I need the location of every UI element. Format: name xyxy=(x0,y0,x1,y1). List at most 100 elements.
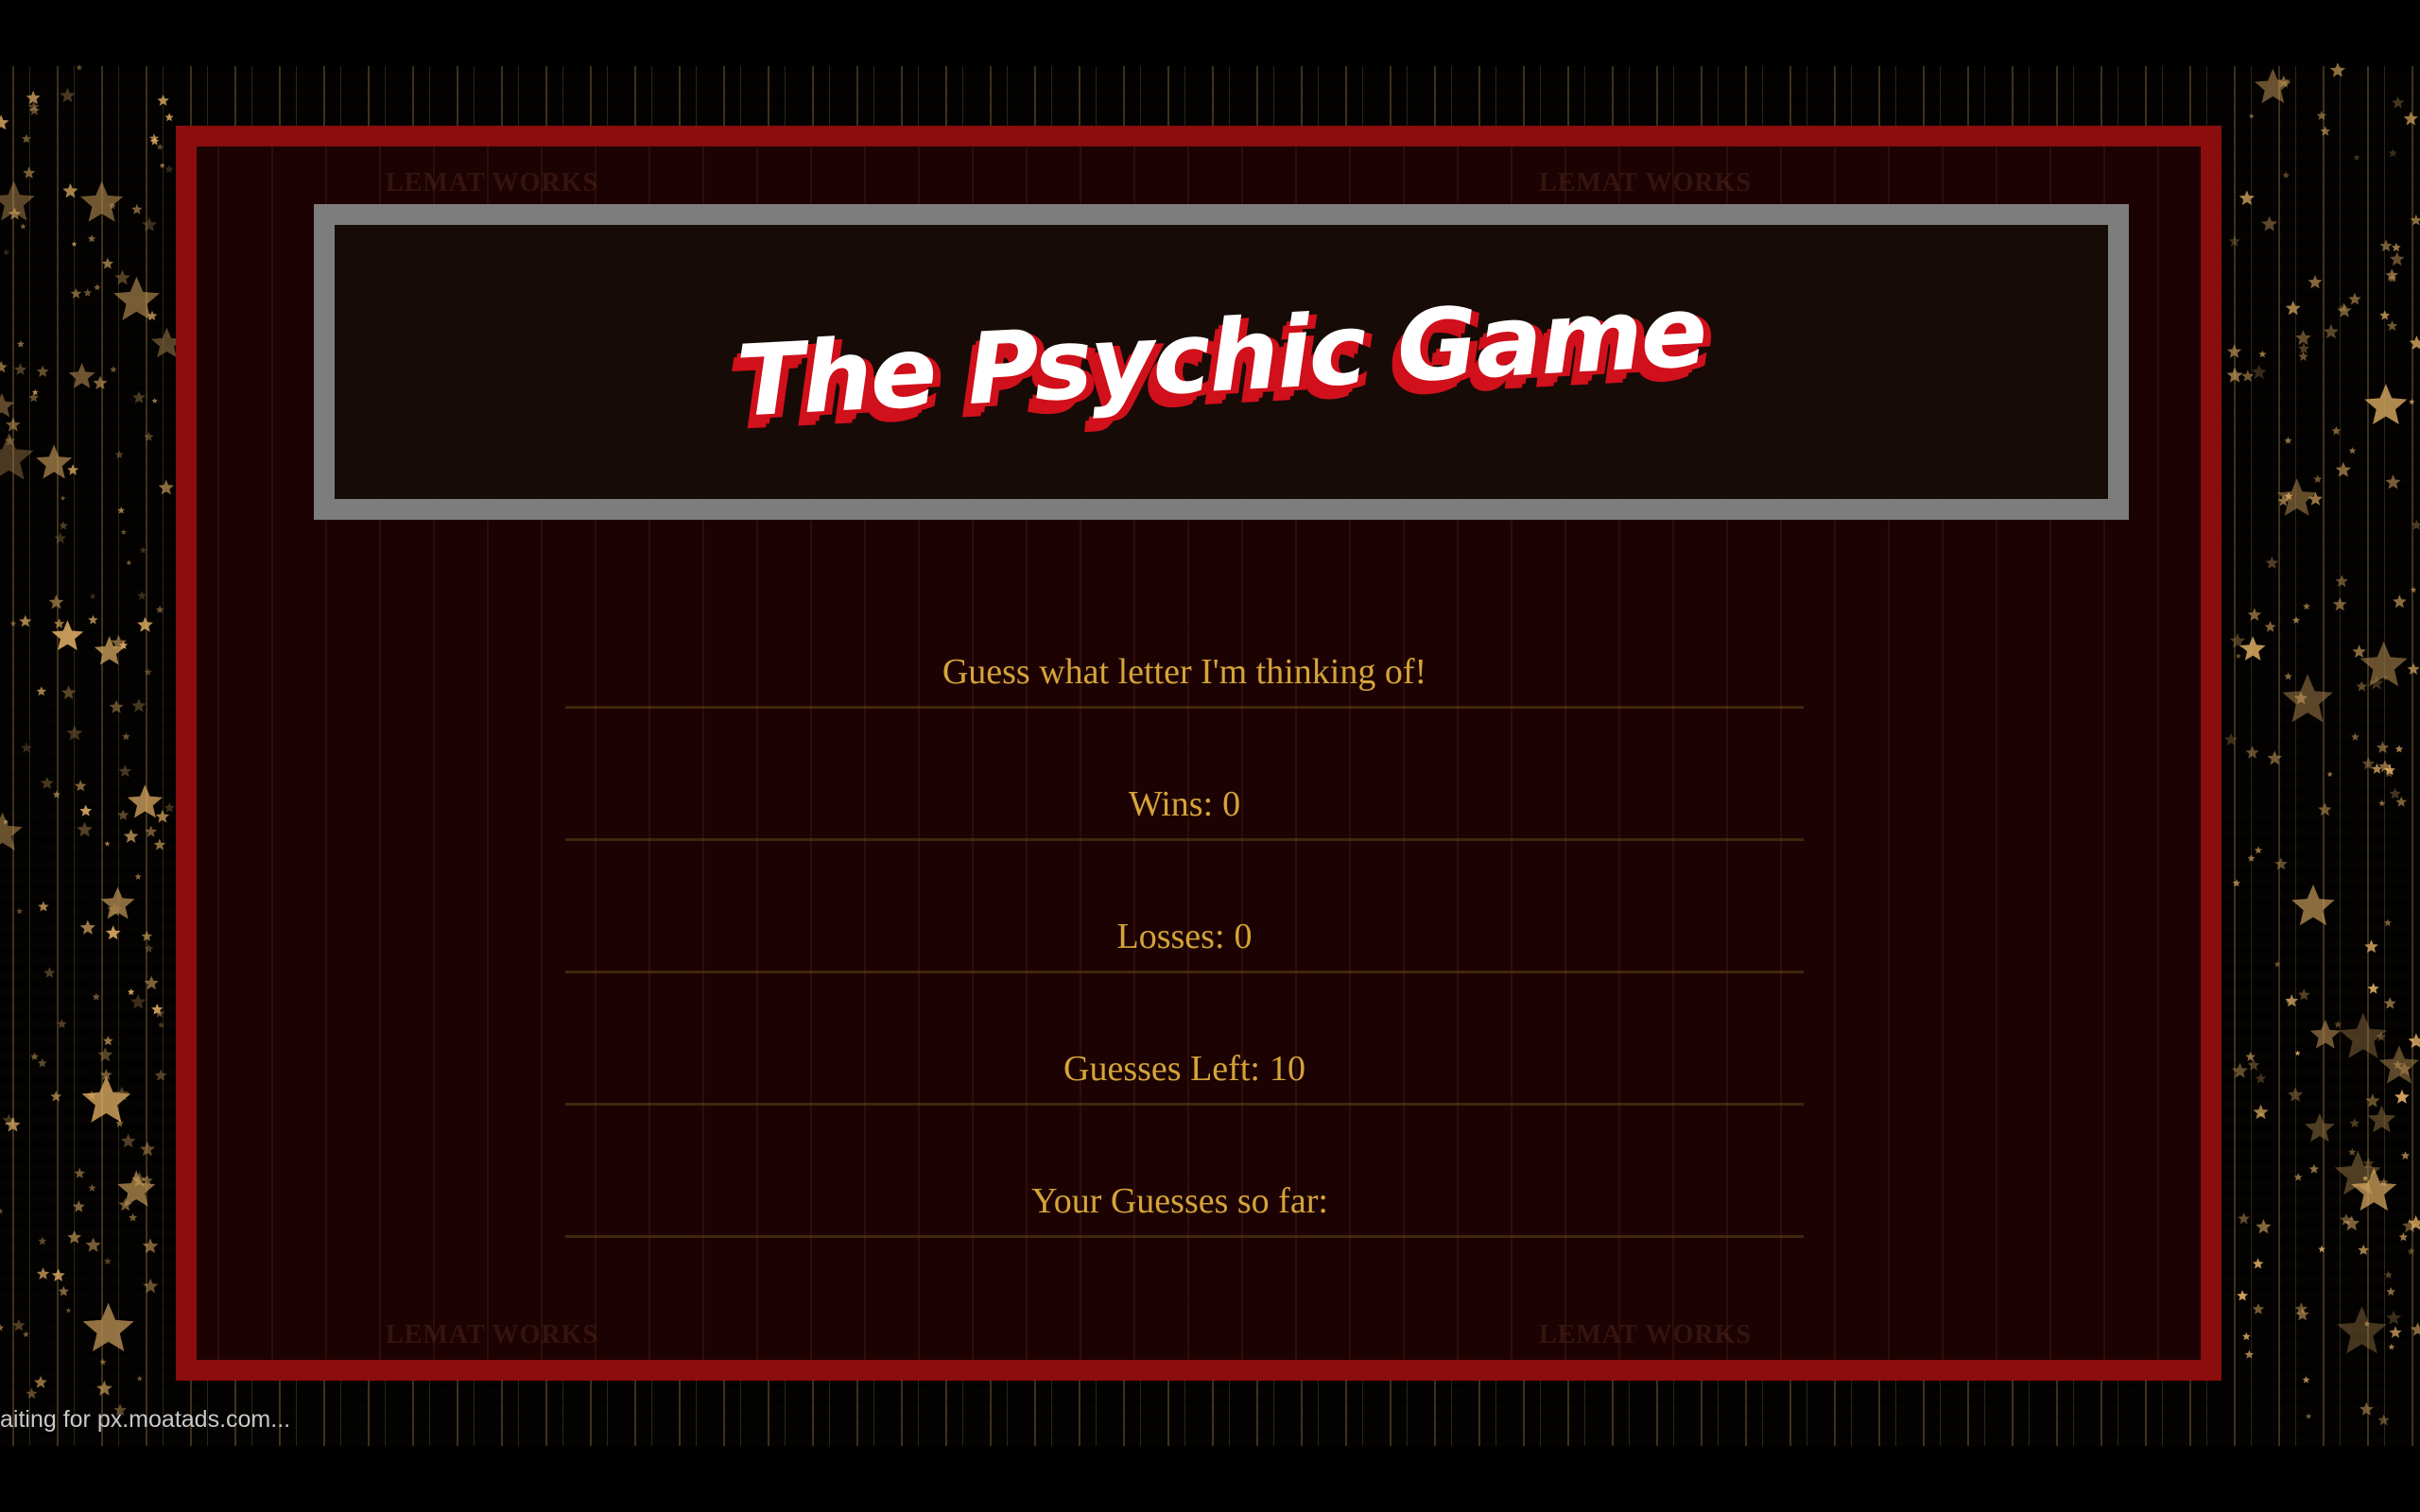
sparkle-star xyxy=(3,249,10,256)
sparkle-star xyxy=(143,1278,159,1294)
title-banner: The Psychic Game xyxy=(314,204,2129,520)
sparkle-star xyxy=(2388,148,2397,158)
sparkle-star xyxy=(2247,1058,2260,1071)
sparkle-star xyxy=(2411,519,2420,530)
sparkle-star xyxy=(2386,1287,2395,1296)
sparkle-star xyxy=(141,216,157,232)
sparkle-star xyxy=(2331,425,2342,436)
sparkle-star xyxy=(82,1302,134,1351)
sparkle-star xyxy=(38,901,49,912)
sparkle-star xyxy=(0,360,8,373)
sparkle-star xyxy=(142,1238,159,1253)
sparkle-star xyxy=(2238,1212,2250,1225)
sparkle-star xyxy=(2407,1246,2415,1255)
sparkle-star xyxy=(2400,1151,2411,1160)
sparkle-star xyxy=(28,392,39,403)
sparkle-star xyxy=(2411,1322,2420,1336)
sparkle-star xyxy=(164,112,174,122)
sparkle-star xyxy=(2252,1303,2265,1314)
sparkle-star xyxy=(13,363,27,375)
sparkle-star xyxy=(79,919,95,935)
sparkle-star xyxy=(104,840,111,847)
sparkle-star xyxy=(2365,1093,2380,1108)
sparkle-star xyxy=(143,431,154,441)
wins-value: 0 xyxy=(1222,784,1241,824)
sparkle-star xyxy=(2348,292,2361,305)
sparkle-star xyxy=(85,1237,101,1252)
sparkle-star xyxy=(2236,653,2241,659)
sparkle-star xyxy=(2238,190,2256,205)
sparkle-star xyxy=(114,269,130,285)
sparkle-star xyxy=(2376,741,2390,753)
sparkle-star xyxy=(34,1375,47,1388)
sparkle-star xyxy=(36,1267,50,1280)
sparkle-star xyxy=(88,1184,96,1192)
losses-label: Losses: xyxy=(1116,917,1225,956)
sparkle-star xyxy=(2253,1104,2269,1120)
sparkle-star xyxy=(21,742,32,753)
sparkle-star xyxy=(117,1170,156,1207)
sparkle-star xyxy=(132,390,146,404)
sparkle-star xyxy=(54,531,67,544)
sparkle-star xyxy=(2318,1245,2325,1253)
sparkle-star xyxy=(2302,1376,2310,1383)
sparkle-star xyxy=(2245,746,2259,759)
sparkle-star xyxy=(2248,112,2255,119)
sparkle-star xyxy=(155,605,164,613)
sparkle-star xyxy=(141,930,153,941)
sparkle-star xyxy=(137,591,147,600)
sparkle-star xyxy=(2386,1310,2402,1325)
watermark-top-right: LEMAT WORKS xyxy=(1539,168,1752,198)
sparkle-star xyxy=(164,164,174,173)
sparkle-star xyxy=(2326,771,2333,777)
sparkle-star xyxy=(118,765,132,778)
sparkle-star xyxy=(159,163,165,168)
sparkle-star xyxy=(2244,1349,2255,1359)
sparkle-star xyxy=(2256,1219,2272,1234)
sparkle-star xyxy=(2284,437,2292,444)
sparkle-star xyxy=(2353,154,2360,161)
wins-row: Wins: 0 xyxy=(565,709,1804,841)
sparkle-star xyxy=(153,838,166,850)
sparkle-star xyxy=(2384,1270,2393,1279)
sparkle-star xyxy=(2273,960,2281,968)
watermark-bottom-right: LEMAT WORKS xyxy=(1539,1320,1752,1349)
sparkle-star xyxy=(70,287,82,299)
sparkle-star xyxy=(2352,644,2366,658)
prompt-row: Guess what letter I'm thinking of! xyxy=(565,576,1804,709)
sparkle-star xyxy=(131,698,147,713)
sparkle-star xyxy=(117,809,130,820)
sparkle-star xyxy=(51,620,84,651)
sparkle-star xyxy=(40,776,54,789)
sparkle-star xyxy=(2337,1306,2387,1354)
sparkle-star xyxy=(0,180,35,221)
sparkle-star xyxy=(2391,242,2401,252)
sparkle-star xyxy=(88,614,98,625)
sparkle-star xyxy=(2282,171,2290,179)
sparkle-star xyxy=(81,1075,131,1123)
sparkle-star xyxy=(2386,320,2398,331)
sparkle-star xyxy=(2389,1326,2402,1338)
sparkle-star xyxy=(65,1307,72,1314)
sparkle-star xyxy=(123,829,139,843)
sparkle-star xyxy=(52,790,60,799)
sparkle-star xyxy=(2293,1173,2303,1181)
guesses-left-value: 10 xyxy=(1269,1049,1305,1089)
sparkle-star xyxy=(58,1285,69,1297)
sparkle-star xyxy=(23,166,36,179)
sparkle-star xyxy=(2247,854,2256,862)
sparkle-star xyxy=(2378,1045,2420,1084)
sparkle-star xyxy=(144,668,152,676)
sparkle-star xyxy=(16,907,23,915)
sparkle-star xyxy=(96,1380,112,1396)
sparkle-star xyxy=(103,1257,112,1265)
sparkle-star xyxy=(43,967,56,978)
sparkle-star xyxy=(154,1069,167,1081)
sparkle-star xyxy=(2378,799,2386,807)
sparkle-star xyxy=(2308,1163,2319,1174)
sparkle-star xyxy=(2295,1307,2309,1321)
sparkle-star xyxy=(134,873,142,880)
sparkle-star xyxy=(2379,310,2391,320)
sparkle-star xyxy=(2385,474,2401,490)
sparkle-star xyxy=(2393,594,2407,609)
